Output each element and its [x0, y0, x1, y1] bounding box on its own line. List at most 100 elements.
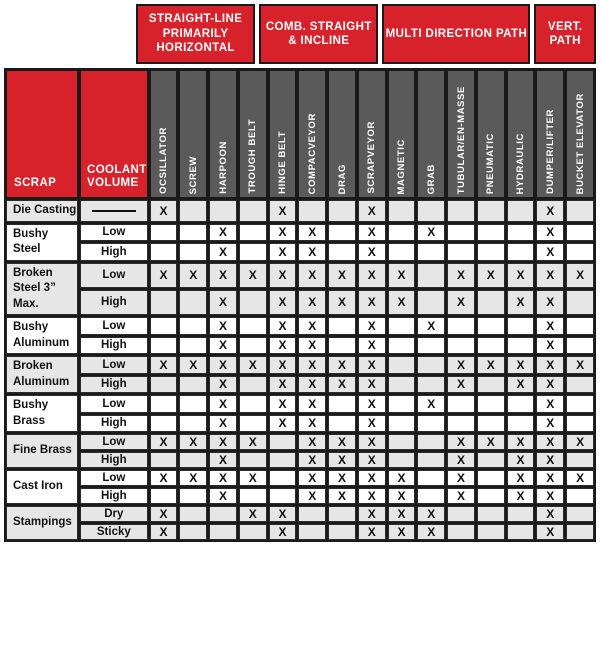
coolant-volume-value: High: [80, 375, 148, 394]
cell-marked: X: [357, 243, 386, 261]
cell-marked: X: [536, 375, 565, 394]
cell-empty: [298, 524, 327, 541]
cell-empty: [179, 414, 208, 433]
cell-marked: X: [298, 434, 327, 451]
coolant-volume-value: [80, 200, 148, 222]
cell-marked: X: [149, 506, 178, 523]
coolant-volume-value: High: [80, 243, 148, 261]
cell-marked: X: [238, 434, 267, 451]
cell-empty: [566, 223, 594, 242]
cell-marked: X: [417, 524, 446, 541]
cell-marked: X: [328, 470, 356, 487]
cell-marked: X: [209, 289, 237, 316]
table-row: High X X X X X X X X: [6, 488, 594, 505]
cell-empty: [417, 336, 446, 355]
cell-empty: [387, 395, 416, 413]
scrap-type-label: Cast Iron: [6, 470, 78, 505]
cell-empty: [566, 414, 594, 433]
cell-marked: X: [209, 488, 237, 505]
cell-marked: X: [268, 356, 297, 374]
cell-marked: X: [506, 452, 535, 469]
cell-empty: [268, 452, 297, 469]
cell-empty: [238, 375, 267, 394]
cell-empty: [149, 223, 178, 242]
cell-empty: [476, 223, 505, 242]
cell-marked: X: [536, 524, 565, 541]
column-header-screw: SCREW: [179, 70, 208, 198]
matrix-body: Die Casting X X X X Bushy Steel Low X X X X X X High X…: [6, 200, 594, 541]
cell-marked: X: [298, 243, 327, 261]
cell-marked: X: [536, 243, 565, 261]
cell-marked: X: [149, 200, 178, 222]
cell-marked: X: [357, 336, 386, 355]
selection-matrix: SCRAP COOLANT VOLUME OCSILLATOR SCREW HARP…: [4, 68, 596, 543]
column-header-label: GRAB: [425, 163, 437, 194]
column-header-label: MAGNETIC: [396, 138, 408, 194]
coolant-volume-value: Low: [80, 356, 148, 374]
cell-empty: [149, 336, 178, 355]
cell-marked: X: [298, 356, 327, 374]
column-group-3: MULTI DIRECTION PATH: [382, 4, 531, 64]
cell-empty: [476, 289, 505, 316]
cell-empty: [179, 200, 208, 222]
cell-marked: X: [298, 262, 327, 288]
cell-marked: X: [476, 434, 505, 451]
cell-empty: [298, 200, 327, 222]
column-header-pneumatic: PNEUMATIC: [476, 70, 505, 198]
coolant-volume-value: Low: [80, 262, 148, 288]
table-row: Die Casting X X X X: [6, 200, 594, 222]
cell-marked: X: [536, 289, 565, 316]
cell-empty: [328, 223, 356, 242]
cell-empty: [566, 506, 594, 523]
cell-empty: [476, 524, 505, 541]
cell-empty: [447, 223, 475, 242]
cell-marked: X: [447, 356, 475, 374]
cell-empty: [506, 243, 535, 261]
cell-empty: [209, 506, 237, 523]
cell-empty: [506, 414, 535, 433]
cell-marked: X: [536, 470, 565, 487]
column-header-magnetic: MAGNETIC: [387, 70, 416, 198]
cell-empty: [447, 200, 475, 222]
cell-marked: X: [536, 317, 565, 335]
cell-empty: [566, 395, 594, 413]
column-header-label: SCRAPVEYOR: [366, 121, 378, 194]
cell-marked: X: [387, 524, 416, 541]
cell-marked: X: [566, 470, 594, 487]
cell-marked: X: [357, 414, 386, 433]
cell-marked: X: [357, 289, 386, 316]
cell-empty: [447, 317, 475, 335]
column-group-4: VERT. PATH: [534, 4, 596, 64]
cell-empty: [238, 414, 267, 433]
cell-empty: [506, 223, 535, 242]
column-header-hydraulic: HYDRAULIC: [506, 70, 535, 198]
cell-marked: X: [238, 262, 267, 288]
cell-empty: [179, 336, 208, 355]
cell-empty: [209, 524, 237, 541]
cell-marked: X: [506, 470, 535, 487]
cell-marked: X: [506, 262, 535, 288]
cell-marked: X: [209, 356, 237, 374]
cell-empty: [238, 488, 267, 505]
cell-marked: X: [268, 336, 297, 355]
cell-empty: [238, 524, 267, 541]
scrap-type-label: Bushy Steel: [6, 223, 78, 261]
cell-marked: X: [328, 375, 356, 394]
cell-marked: X: [209, 452, 237, 469]
cell-empty: [149, 289, 178, 316]
column-header-label: DRAG: [336, 163, 348, 194]
cell-marked: X: [357, 200, 386, 222]
coolant-corner-header: COOLANT VOLUME: [80, 70, 148, 198]
cell-empty: [387, 434, 416, 451]
cell-empty: [476, 506, 505, 523]
cell-marked: X: [179, 434, 208, 451]
cell-marked: X: [328, 262, 356, 288]
cell-empty: [238, 452, 267, 469]
cell-marked: X: [328, 488, 356, 505]
cell-marked: X: [387, 289, 416, 316]
column-header-label: OCSILLATOR: [158, 127, 170, 194]
cell-empty: [179, 506, 208, 523]
cell-empty: [566, 488, 594, 505]
scrap-type-label: Bushy Brass: [6, 395, 78, 433]
cell-marked: X: [149, 356, 178, 374]
